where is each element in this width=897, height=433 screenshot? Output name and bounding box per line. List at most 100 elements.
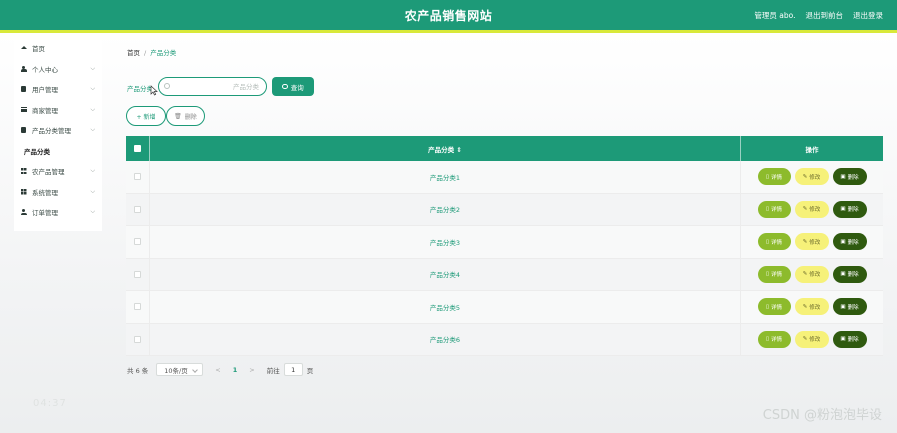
delete-button[interactable]: ▣ 删除 bbox=[832, 168, 867, 186]
sidebar-subitem-category[interactable]: 产品分类 bbox=[14, 141, 102, 162]
table-row: 产品分类4 ▯ 详情 ✎ 修改 ▣ 删除 bbox=[126, 258, 883, 291]
sidebar-item-product-management[interactable]: 农产品管理 ⌵ bbox=[14, 161, 102, 182]
detail-button[interactable]: ▯ 详情 bbox=[757, 298, 791, 316]
edit-icon: ✎ bbox=[802, 206, 808, 213]
edit-button[interactable]: ✎ 修改 bbox=[794, 233, 829, 251]
detail-button[interactable]: ▯ 详情 bbox=[757, 330, 791, 348]
edit-button-label: 修改 bbox=[809, 174, 821, 181]
column-header-label: 产品分类 ⇕ bbox=[428, 145, 462, 154]
detail-button-label: 详情 bbox=[771, 337, 783, 344]
page-number-current[interactable]: 1 bbox=[233, 366, 238, 374]
table-row: 产品分类3 ▯ 详情 ✎ 修改 ▣ 删除 bbox=[126, 226, 883, 259]
page-content-area: 首页 个人中心 ⌵ 用户管理 ⌵ 商家管理 ⌵ 产品分类管理 ⌵ 产品分类 农产… bbox=[0, 33, 897, 433]
row-checkbox[interactable] bbox=[134, 173, 141, 181]
list-icon bbox=[20, 106, 27, 113]
total-count: 共 6 条 bbox=[127, 366, 149, 375]
pagination: 共 6 条 10条/页 < 1 > 前往 1 页 bbox=[127, 363, 313, 376]
detail-button-label: 详情 bbox=[771, 174, 783, 181]
delete-button-label: 删除 bbox=[847, 304, 859, 311]
add-button[interactable]: + 新增 bbox=[126, 106, 166, 126]
admin-user-label[interactable]: 管理员 abo. bbox=[754, 10, 795, 21]
row-checkbox[interactable] bbox=[134, 270, 141, 278]
detail-button[interactable]: ▯ 详情 bbox=[757, 233, 791, 251]
sidebar-item-label: 农产品管理 bbox=[32, 168, 65, 177]
select-all-checkbox[interactable] bbox=[134, 145, 141, 152]
trash-icon: ▣ bbox=[840, 303, 846, 310]
sidebar-item-personal-center[interactable]: 个人中心 ⌵ bbox=[14, 59, 102, 80]
sidebar-menu: 首页 个人中心 ⌵ 用户管理 ⌵ 商家管理 ⌵ 产品分类管理 ⌵ 产品分类 农产… bbox=[14, 38, 102, 231]
sidebar-item-order-management[interactable]: 订单管理 ⌵ bbox=[14, 202, 102, 223]
sidebar-item-home[interactable]: 首页 bbox=[14, 38, 102, 59]
row-actions-cell: ▯ 详情 ✎ 修改 ▣ 删除 bbox=[741, 161, 883, 193]
table-row: 产品分类1 ▯ 详情 ✎ 修改 ▣ 删除 bbox=[126, 161, 883, 194]
detail-button-label: 详情 bbox=[771, 239, 783, 246]
delete-button[interactable]: ▣ 删除 bbox=[832, 265, 867, 283]
detail-button[interactable]: ▯ 详情 bbox=[757, 168, 791, 186]
box-icon bbox=[20, 86, 27, 93]
edit-button[interactable]: ✎ 修改 bbox=[794, 330, 829, 348]
detail-button[interactable]: ▯ 详情 bbox=[757, 265, 791, 283]
trash-icon: ▣ bbox=[840, 173, 846, 180]
category-name: 产品分类3 bbox=[429, 238, 461, 247]
edit-icon: ✎ bbox=[802, 271, 808, 278]
table-row: 产品分类5 ▯ 详情 ✎ 修改 ▣ 删除 bbox=[126, 291, 883, 324]
breadcrumb-home[interactable]: 首页 bbox=[127, 49, 140, 57]
page-size-select[interactable]: 10条/页 bbox=[156, 363, 204, 376]
next-page-button[interactable]: > bbox=[249, 366, 254, 374]
category-search-field[interactable] bbox=[158, 77, 267, 96]
row-checkbox[interactable] bbox=[134, 205, 141, 213]
category-name-cell: 产品分类2 bbox=[150, 193, 741, 225]
sidebar-item-category-management[interactable]: 产品分类管理 ⌵ bbox=[14, 120, 102, 141]
table-row: 产品分类6 ▯ 详情 ✎ 修改 ▣ 删除 bbox=[126, 323, 883, 356]
batch-delete-label: 删除 bbox=[184, 113, 197, 121]
delete-button[interactable]: ▣ 删除 bbox=[832, 200, 867, 218]
edit-button-label: 修改 bbox=[809, 272, 821, 279]
detail-icon: ▯ bbox=[765, 238, 769, 245]
box-icon bbox=[20, 127, 27, 134]
chevron-down-icon: ⌵ bbox=[90, 64, 95, 72]
row-checkbox[interactable] bbox=[134, 335, 141, 343]
grid-icon bbox=[20, 188, 27, 195]
logout-link[interactable]: 退出登录 bbox=[853, 10, 883, 21]
sidebar-item-label: 产品分类 bbox=[24, 147, 50, 156]
back-to-frontend-link[interactable]: 退出到前台 bbox=[806, 10, 844, 21]
edit-button[interactable]: ✎ 修改 bbox=[794, 168, 829, 186]
top-header-bar: 农产品销售网站 管理员 abo. 退出到前台 退出登录 bbox=[0, 0, 897, 30]
sidebar-item-label: 商家管理 bbox=[32, 106, 58, 115]
sidebar-item-user-management[interactable]: 用户管理 ⌵ bbox=[14, 79, 102, 100]
sidebar-item-system-management[interactable]: 系统管理 ⌵ bbox=[14, 182, 102, 203]
goto-label: 前往 bbox=[266, 366, 280, 375]
edit-button-label: 修改 bbox=[809, 207, 821, 214]
batch-delete-button[interactable]: 🗑 删除 bbox=[166, 106, 205, 126]
detail-icon: ▯ bbox=[765, 173, 769, 180]
sidebar-item-merchant-management[interactable]: 商家管理 ⌵ bbox=[14, 100, 102, 121]
delete-button[interactable]: ▣ 删除 bbox=[832, 298, 867, 316]
column-header-category[interactable]: 产品分类 ⇕ bbox=[150, 136, 741, 161]
grid-icon bbox=[20, 168, 27, 175]
search-button[interactable]: 查询 bbox=[272, 77, 314, 96]
category-name-cell: 产品分类4 bbox=[150, 258, 741, 290]
prev-page-button[interactable]: < bbox=[215, 366, 220, 374]
edit-button[interactable]: ✎ 修改 bbox=[794, 298, 829, 316]
category-name: 产品分类2 bbox=[429, 206, 461, 215]
category-name-cell: 产品分类6 bbox=[150, 323, 741, 355]
category-search-input[interactable] bbox=[175, 80, 259, 93]
row-checkbox[interactable] bbox=[134, 303, 141, 311]
delete-button[interactable]: ▣ 删除 bbox=[832, 233, 867, 251]
detail-button[interactable]: ▯ 详情 bbox=[757, 200, 791, 218]
user-icon bbox=[20, 209, 27, 216]
delete-button-label: 删除 bbox=[847, 207, 859, 214]
edit-button[interactable]: ✎ 修改 bbox=[794, 265, 829, 283]
search-icon bbox=[164, 83, 170, 89]
trash-icon: ▣ bbox=[840, 271, 846, 278]
goto-page-input[interactable]: 1 bbox=[283, 363, 303, 376]
edit-button[interactable]: ✎ 修改 bbox=[794, 200, 829, 218]
trash-icon: ▣ bbox=[840, 206, 846, 213]
category-name: 产品分类5 bbox=[429, 303, 461, 312]
select-all-cell bbox=[126, 136, 150, 161]
trash-icon: 🗑 bbox=[174, 112, 182, 120]
detail-icon: ▯ bbox=[765, 303, 769, 310]
delete-button[interactable]: ▣ 删除 bbox=[832, 330, 867, 348]
row-checkbox[interactable] bbox=[134, 238, 141, 246]
watermark: CSDN @粉泡泡毕设 bbox=[762, 408, 882, 423]
